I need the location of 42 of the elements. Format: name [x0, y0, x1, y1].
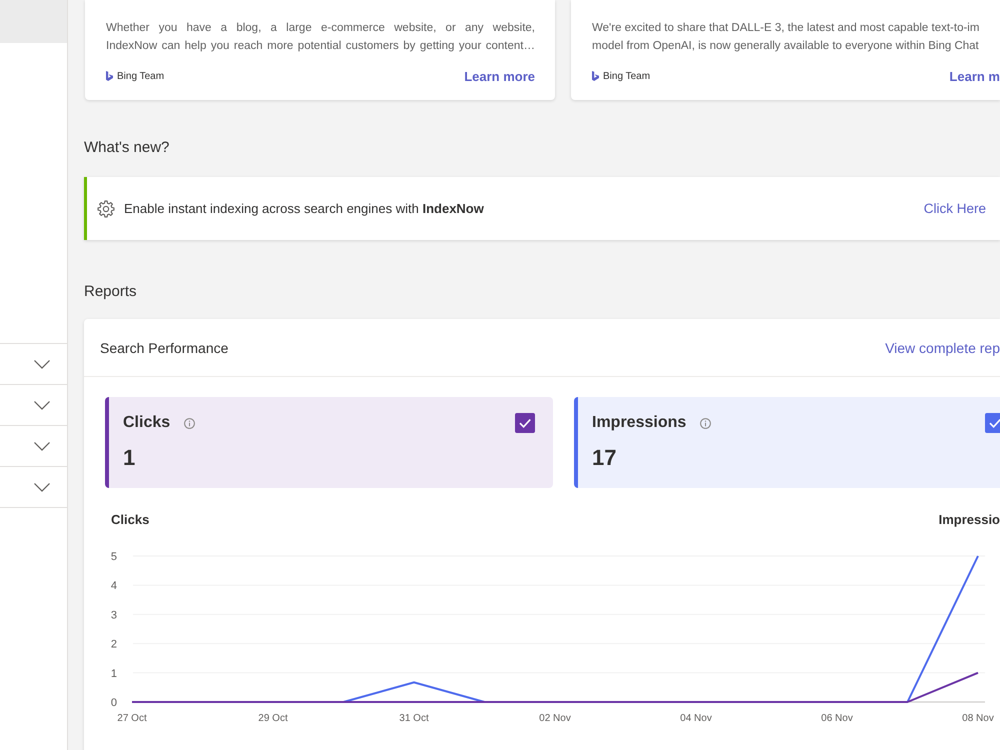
y-axis-label: 3 — [110, 609, 117, 622]
info-icon — [184, 418, 196, 428]
metric-label: Impressions — [592, 414, 686, 432]
gear-icon — [97, 200, 115, 218]
article-excerpt: We're excited to share that DALL-E 3, the latest and most capable text-to-im model from OpenAI, is now generally available to everyone within Bing Chat — [592, 21, 980, 54]
announcement-text: Enable instant indexing across search engines with IndexNow — [124, 201, 484, 216]
x-axis-label: 06 Nov — [821, 713, 853, 724]
banner-link[interactable]: Click Here — [924, 201, 986, 216]
section-heading: Reports — [84, 282, 138, 302]
y-axis-label: 2 — [110, 638, 117, 651]
y-axis-label: 1 — [110, 668, 117, 680]
y-axis-label: 4 — [110, 580, 117, 592]
axis-title: Impressio — [938, 512, 1000, 526]
logo-icon — [106, 71, 113, 81]
x-axis-label: 02 Nov — [539, 713, 571, 724]
view-report-link[interactable]: View complete rep — [885, 340, 1000, 356]
metric-value: 1 — [123, 445, 136, 471]
logo-icon — [592, 71, 599, 81]
metric-label: Clicks — [123, 414, 170, 432]
metric-checkbox[interactable] — [515, 413, 535, 433]
x-axis-label: 27 Oct — [117, 713, 147, 724]
metric-value: 17 — [592, 445, 618, 471]
section-heading: What's new? — [84, 138, 170, 158]
article-link[interactable]: Learn more — [464, 68, 535, 84]
x-axis-label: 31 Oct — [399, 713, 429, 724]
chevron-down-icon[interactable] — [34, 360, 50, 368]
x-axis-label: 04 Nov — [680, 713, 712, 724]
x-axis-label: 29 Oct — [258, 713, 288, 724]
y-axis-label: 0 — [110, 697, 117, 709]
y-axis-label: 5 — [110, 551, 117, 563]
x-axis-label: 08 Nov — [962, 713, 994, 724]
chevron-down-icon[interactable] — [34, 400, 50, 410]
card-title: Search Performance — [100, 340, 228, 356]
author-name: Bing Team — [117, 70, 164, 82]
article-link[interactable]: Learn m — [949, 68, 1000, 84]
article-excerpt: Whether you have a blog, a large e-commerce website, or any website, IndexNow can help you reach more potential customers by getting your content… — [106, 21, 535, 54]
axis-title: Clicks — [111, 512, 150, 526]
chevron-down-icon[interactable] — [34, 442, 50, 450]
author-name: Bing Team — [603, 70, 650, 82]
metric-checkbox[interactable] — [985, 413, 1000, 433]
info-icon — [700, 418, 712, 428]
chevron-down-icon[interactable] — [34, 482, 50, 492]
